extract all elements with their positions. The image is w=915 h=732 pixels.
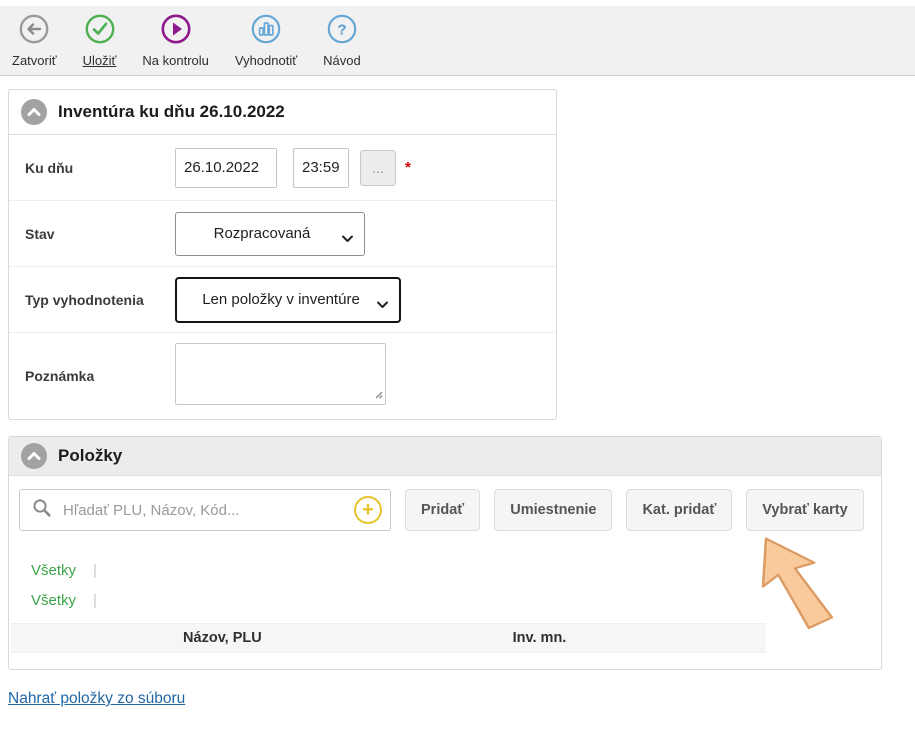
filter-all-link-2[interactable]: Všetky (31, 592, 76, 609)
status-select-value: Rozpracovaná (214, 225, 311, 242)
category-add-button[interactable]: Kat. pridať (626, 489, 732, 531)
filter-all-link-1[interactable]: Všetky (31, 562, 76, 579)
to-control-button[interactable]: Na kontrolu (142, 14, 208, 68)
check-icon (85, 14, 115, 49)
search-box: + (19, 489, 391, 531)
note-label: Poznámka (25, 368, 175, 384)
items-panel-title: Položky (58, 446, 122, 466)
close-button-label: Zatvoriť (12, 53, 57, 68)
to-control-button-label: Na kontrolu (142, 53, 208, 68)
inventory-panel-title: Inventúra ku dňu 26.10.2022 (58, 102, 285, 122)
search-input[interactable] (63, 502, 346, 519)
status-row: Stav Rozpracovaná (9, 201, 556, 267)
chevron-up-icon (21, 99, 47, 125)
evaluation-type-label: Typ vyhodnotenia (25, 292, 175, 308)
time-input[interactable] (293, 148, 349, 188)
search-icon (32, 498, 52, 523)
filter-row: Všetky | (31, 585, 871, 615)
date-row: Ku dňu ... * (9, 135, 556, 201)
question-icon: ? (327, 14, 357, 49)
filter-row: Všetky | (31, 555, 871, 585)
collapse-inventory-button[interactable] (21, 99, 47, 125)
svg-text:?: ? (337, 21, 346, 38)
evaluation-type-row: Typ vyhodnotenia Len položky v inventúre (9, 267, 556, 333)
date-picker-button[interactable]: ... (360, 150, 396, 186)
items-table-header: Názov, PLU Inv. mn. (11, 623, 766, 653)
evaluation-type-select-value: Len položky v inventúre (202, 291, 360, 308)
location-button[interactable]: Umiestnenie (494, 489, 612, 531)
note-textarea[interactable] (175, 343, 386, 405)
help-button-label: Návod (323, 53, 361, 68)
status-label: Stav (25, 226, 175, 242)
items-panel-body: + Pridať Umiestnenie Kat. pridať Vybrať … (9, 476, 881, 615)
chevron-down-icon (342, 230, 353, 247)
back-arrow-icon (19, 14, 49, 49)
save-button-label: Uložiť (83, 53, 117, 68)
column-header-name-plu: Názov, PLU (11, 630, 434, 646)
date-input[interactable] (175, 148, 277, 188)
chevron-down-icon (377, 296, 388, 313)
items-panel: Položky + Pridať Umiestnenie Kat. pridať… (8, 436, 882, 670)
status-select[interactable]: Rozpracovaná (175, 212, 365, 256)
help-button[interactable]: ? Návod (323, 14, 361, 68)
column-header-inv-qty: Inv. mn. (434, 630, 645, 646)
upload-items-link[interactable]: Nahrať položky zo súboru (8, 690, 185, 708)
filter-separator: | (93, 592, 97, 609)
collapse-items-button[interactable] (21, 443, 47, 469)
required-asterisk: * (405, 159, 411, 176)
save-button[interactable]: Uložiť (83, 14, 117, 68)
items-panel-header: Položky (9, 437, 881, 476)
filter-separator: | (93, 562, 97, 579)
filter-links: Všetky | Všetky | (31, 555, 871, 615)
date-label: Ku dňu (25, 160, 175, 176)
close-button[interactable]: Zatvoriť (12, 14, 57, 68)
toolbar: Zatvoriť Uložiť Na kontrolu (0, 6, 915, 76)
play-icon (161, 14, 191, 49)
evaluation-type-select[interactable]: Len položky v inventúre (175, 277, 401, 323)
inventory-panel: Inventúra ku dňu 26.10.2022 Ku dňu ... *… (8, 89, 557, 420)
select-cards-button[interactable]: Vybrať karty (746, 489, 863, 531)
evaluate-button[interactable]: Vyhodnotiť (235, 14, 297, 68)
inventory-panel-header: Inventúra ku dňu 26.10.2022 (9, 90, 556, 135)
add-item-plus-button[interactable]: + (354, 496, 382, 524)
bar-chart-icon (251, 14, 281, 49)
note-row: Poznámka (9, 333, 556, 419)
evaluate-button-label: Vyhodnotiť (235, 53, 297, 68)
chevron-up-icon (21, 443, 47, 469)
search-row: + Pridať Umiestnenie Kat. pridať Vybrať … (19, 489, 871, 531)
add-button[interactable]: Pridať (405, 489, 480, 531)
